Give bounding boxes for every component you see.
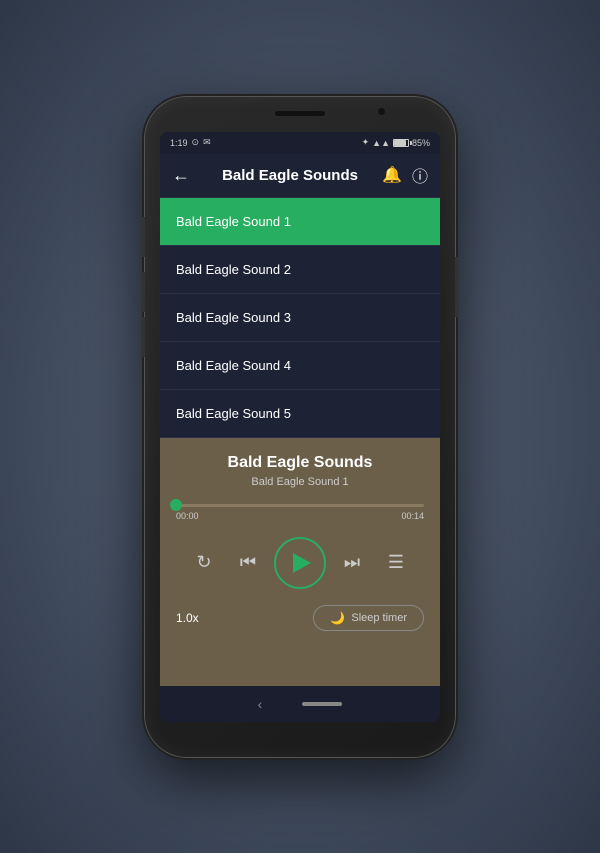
signal-icon: ▲▲ (372, 138, 390, 148)
status-time: 1:19 (170, 138, 188, 148)
progress-times: 00:00 00:14 (176, 511, 424, 521)
sound-item-2[interactable]: Bald Eagle Sound 2 (160, 246, 440, 294)
playlist-button[interactable]: ☰ (378, 545, 414, 581)
app-bar-icons: 🔔 ⓘ (382, 163, 428, 187)
moon-icon: 🌙 (330, 611, 345, 625)
playlist-icon: ☰ (388, 552, 404, 573)
battery-percent: 85% (412, 138, 430, 148)
bell-button[interactable]: 🔔 (382, 165, 402, 185)
status-left: 1:19 ⊙ ✉ (170, 137, 211, 148)
status-bar: 1:19 ⊙ ✉ ✦ ▲▲ 85% (160, 132, 440, 154)
sound-item-label-5: Bald Eagle Sound 5 (176, 406, 291, 421)
total-time: 00:14 (401, 511, 424, 521)
sleep-timer-button[interactable]: 🌙 Sleep timer (313, 605, 424, 631)
player-title: Bald Eagle Sounds (228, 454, 373, 472)
speed-indicator[interactable]: 1.0x (176, 611, 199, 625)
progress-container: 00:00 00:14 (176, 504, 424, 521)
info-button[interactable]: ⓘ (412, 163, 428, 187)
app-bar: ← Bald Eagle Sounds 🔔 ⓘ (160, 154, 440, 198)
sleep-row: 1.0x 🌙 Sleep timer (176, 605, 424, 631)
progress-track[interactable] (176, 504, 424, 507)
next-button[interactable]: ⏭ (334, 545, 370, 581)
sound-item-3[interactable]: Bald Eagle Sound 3 (160, 294, 440, 342)
sound-item-label-2: Bald Eagle Sound 2 (176, 262, 291, 277)
earpiece (275, 111, 325, 116)
prev-icon: ⏮ (240, 552, 256, 573)
sound-item-4[interactable]: Bald Eagle Sound 4 (160, 342, 440, 390)
status-wifi: ⊙ (192, 137, 200, 148)
status-right: ✦ ▲▲ 85% (362, 137, 430, 148)
back-button[interactable]: ← (172, 165, 190, 186)
play-icon (293, 553, 311, 573)
nav-bar: ‹ (160, 686, 440, 722)
battery-fill (394, 140, 406, 146)
repeat-button[interactable]: ↻ (186, 545, 222, 581)
nav-home-indicator[interactable] (302, 702, 342, 706)
sound-item-label-4: Bald Eagle Sound 4 (176, 358, 291, 373)
status-msg: ✉ (203, 137, 211, 148)
bluetooth-icon: ✦ (362, 137, 370, 148)
nav-back-button[interactable]: ‹ (258, 696, 263, 712)
current-time: 00:00 (176, 511, 199, 521)
app-bar-title: Bald Eagle Sounds (198, 167, 382, 184)
sleep-timer-label: Sleep timer (351, 612, 407, 624)
sound-item-label-3: Bald Eagle Sound 3 (176, 310, 291, 325)
next-icon: ⏭ (344, 552, 360, 573)
camera (378, 108, 385, 115)
sound-item-1[interactable]: Bald Eagle Sound 1 (160, 198, 440, 246)
battery-icon (393, 139, 409, 147)
progress-thumb (170, 499, 182, 511)
prev-button[interactable]: ⏮ (230, 545, 266, 581)
player-section: Bald Eagle Sounds Bald Eagle Sound 1 00:… (160, 438, 440, 686)
phone-frame: 1:19 ⊙ ✉ ✦ ▲▲ 85% ← Bald Eagle Sounds 🔔 … (145, 97, 455, 757)
sound-item-label-1: Bald Eagle Sound 1 (176, 214, 291, 229)
sound-item-5[interactable]: Bald Eagle Sound 5 (160, 390, 440, 438)
player-subtitle: Bald Eagle Sound 1 (251, 476, 348, 488)
repeat-icon: ↻ (196, 552, 211, 573)
player-controls: ↻ ⏮ ⏭ ☰ (176, 537, 424, 589)
sound-list: Bald Eagle Sound 1 Bald Eagle Sound 2 Ba… (160, 198, 440, 438)
play-button[interactable] (274, 537, 326, 589)
phone-screen: 1:19 ⊙ ✉ ✦ ▲▲ 85% ← Bald Eagle Sounds 🔔 … (160, 132, 440, 722)
